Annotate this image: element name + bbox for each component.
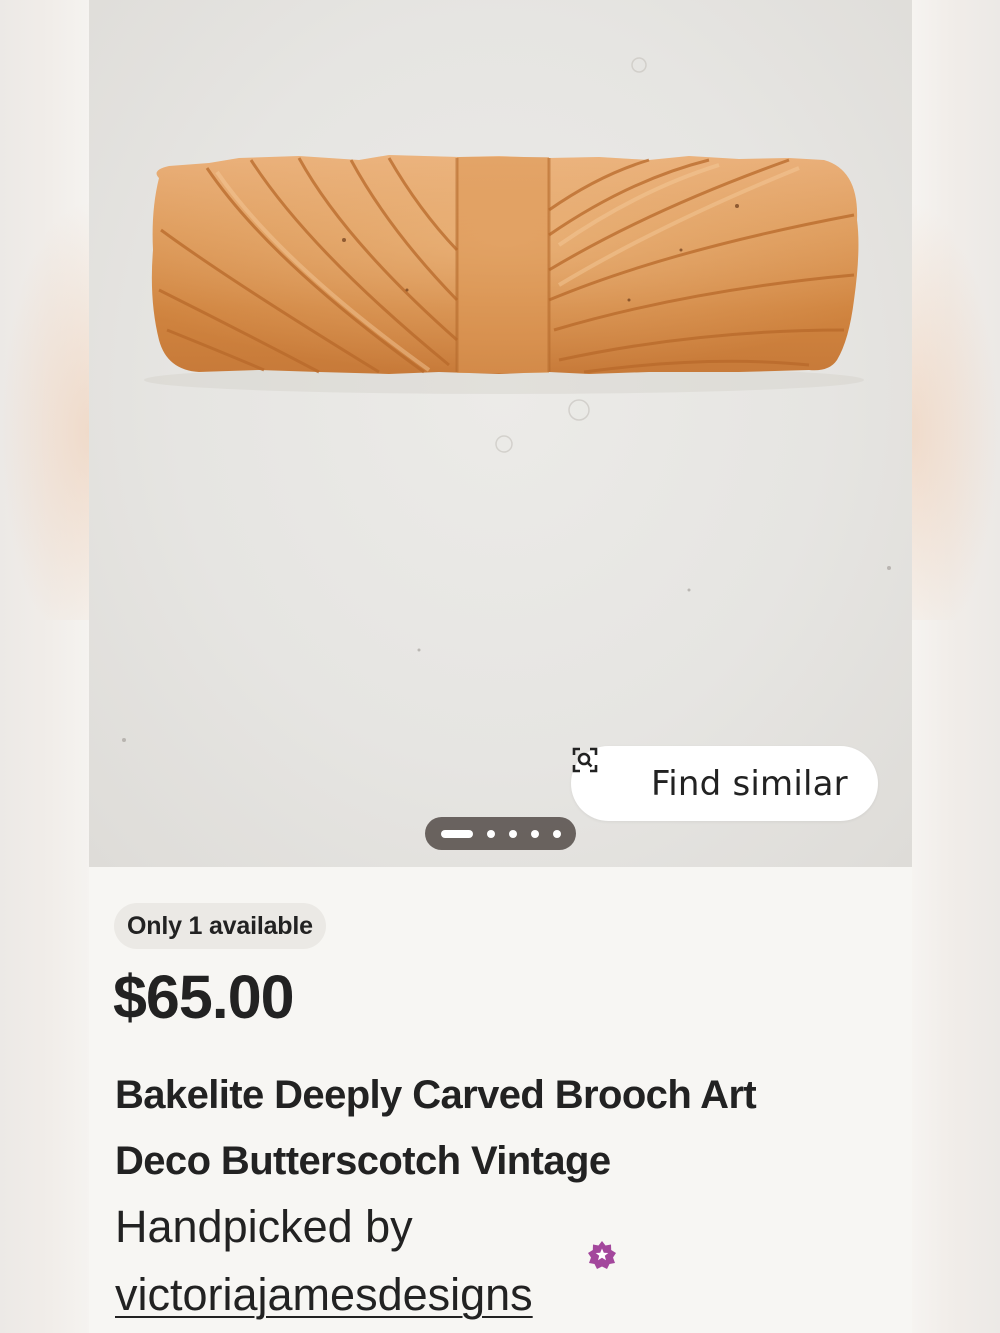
product-image[interactable]: Find similar [89, 0, 912, 867]
image-pager[interactable] [425, 817, 576, 850]
brooch-photo [122, 57, 891, 742]
pager-dot[interactable] [552, 829, 561, 838]
pager-dot[interactable] [508, 829, 517, 838]
listing-title: Bakelite Deeply Carved Brooch Art Deco B… [115, 1073, 757, 1183]
visual-search-icon [572, 747, 635, 798]
find-similar-label: Find similar [651, 763, 848, 804]
find-similar-button[interactable]: Find similar [571, 746, 878, 821]
availability-badge: Only 1 available [114, 903, 326, 949]
listing-info: Only 1 available $65.00 Bakelite Deeply … [89, 867, 912, 1333]
pager-dot[interactable] [530, 829, 539, 838]
pager-dot[interactable] [486, 829, 495, 838]
pager-dot-active[interactable] [440, 829, 473, 838]
price: $65.00 [113, 963, 295, 1031]
listing-page: Find similar Only 1 available $65.00 Bak… [89, 0, 912, 1333]
shop-name-link[interactable]: victoriajamesdesigns [115, 1262, 533, 1328]
star-seller-badge-icon [587, 1240, 617, 1270]
left-background-glow [0, 200, 90, 620]
handpicked-label: Handpicked by [115, 1201, 413, 1252]
right-background-glow [910, 200, 1000, 620]
